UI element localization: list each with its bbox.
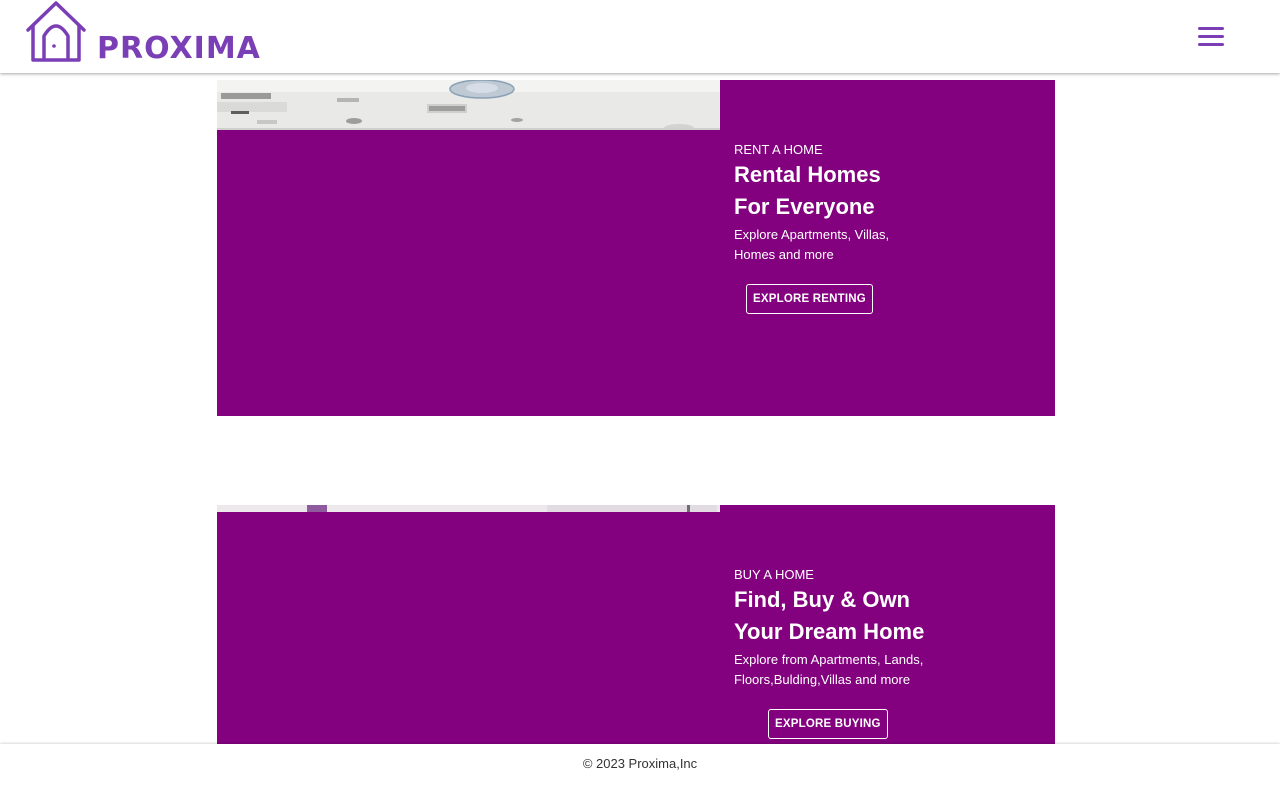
buy-kicker: BUY A HOME	[734, 567, 814, 582]
buy-description-line-2: Floors,Bulding,Villas and more	[734, 672, 911, 687]
buy-title-line-2: Your Dream Home	[734, 619, 925, 644]
footer: © 2023 Proxima,Inc	[0, 744, 1280, 800]
buy-description: Explore from Apartments, Lands, Floors,B…	[734, 650, 974, 690]
rent-description-line-2: Homes and more	[734, 247, 834, 262]
rent-content: RENT A HOME Rental Homes For Everyone Ex…	[734, 142, 974, 265]
interior-photo	[217, 505, 720, 512]
house-icon	[26, 1, 86, 62]
top-navbar: PROXIMA	[0, 0, 1280, 73]
rent-description-line-1: Explore Apartments, Villas,	[734, 227, 890, 242]
hamburger-menu-icon-bar	[1198, 35, 1224, 38]
buy-description-line-1: Explore from Apartments, Lands,	[734, 652, 924, 667]
buy-title-line-1: Find, Buy & Own	[734, 587, 910, 612]
copyright-text: © 2023 Proxima,Inc	[582, 756, 698, 771]
hamburger-menu-icon-bar	[1198, 43, 1224, 46]
buy-title: Find, Buy & Own Your Dream Home	[734, 584, 974, 648]
explore-renting-button[interactable]: EXPLORE RENTING	[746, 284, 873, 314]
explore-buying-button[interactable]: EXPLORE BUYING	[768, 709, 888, 739]
rent-title-line-1: Rental Homes	[734, 162, 881, 187]
rent-kicker: RENT A HOME	[734, 142, 823, 157]
hamburger-menu-button[interactable]	[1194, 24, 1228, 50]
rent-description: Explore Apartments, Villas, Homes and mo…	[734, 225, 974, 265]
rent-title-line-2: For Everyone	[734, 194, 875, 219]
brand-name: PROXIMA	[97, 31, 261, 66]
rent-title: Rental Homes For Everyone	[734, 159, 974, 223]
hamburger-menu-icon	[1198, 27, 1224, 30]
rent-home-card: RENT A HOME Rental Homes For Everyone Ex…	[217, 80, 1055, 416]
interior-ceiling-photo	[217, 80, 720, 130]
buy-home-card: BUY A HOME Find, Buy & Own Your Dream Ho…	[217, 505, 1055, 745]
buy-content: BUY A HOME Find, Buy & Own Your Dream Ho…	[734, 567, 974, 690]
